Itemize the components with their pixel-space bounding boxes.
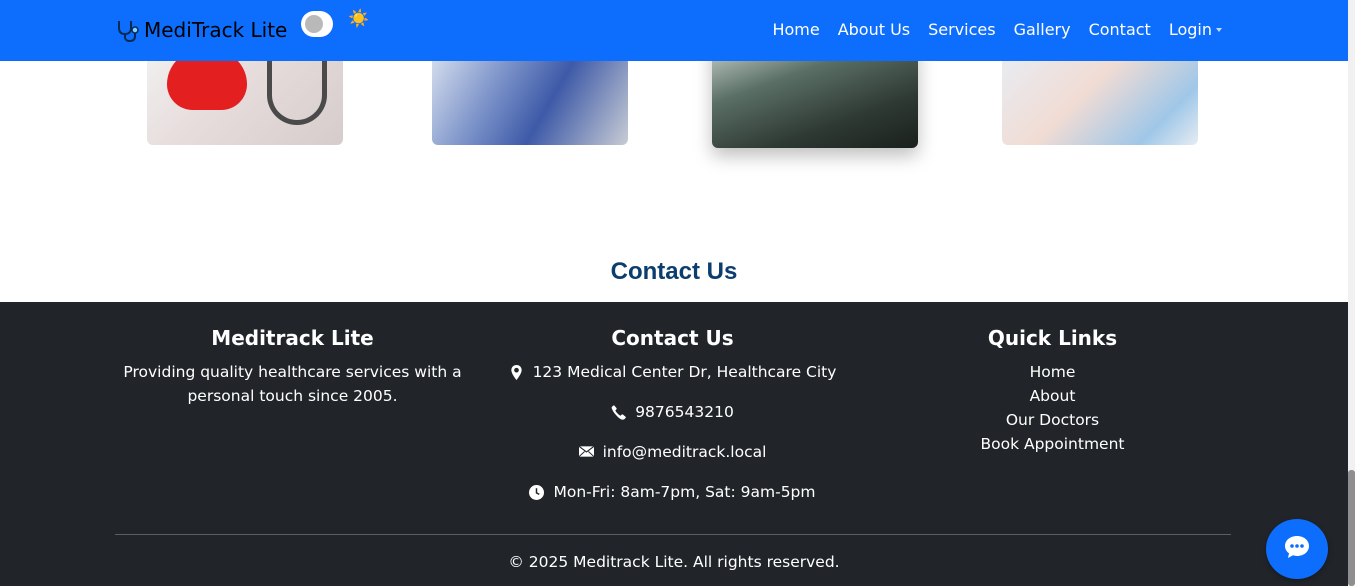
nav-home[interactable]: Home (772, 20, 819, 39)
nav-gallery[interactable]: Gallery (1014, 20, 1071, 39)
brand-link[interactable]: MediTrack Lite (115, 17, 287, 43)
contact-section-title: Contact Us (610, 258, 738, 285)
footer-about: Meditrack Lite Providing quality healthc… (115, 326, 470, 408)
footer-divider (115, 534, 1231, 535)
footer-about-text: Providing quality healthcare services wi… (123, 363, 462, 405)
nav-login-label: Login (1168, 20, 1212, 39)
caret-down-icon (1216, 27, 1222, 32)
brand-name: MediTrack Lite (144, 18, 288, 42)
sun-icon: ☀️ (348, 9, 370, 28)
footer-contact-title: Contact Us (611, 326, 734, 350)
footer: Meditrack Lite Providing quality healthc… (0, 302, 1348, 586)
toggle-knob (305, 15, 323, 33)
contact-hours-text: Mon-Fri: 8am-7pm, Sat: 9am-5pm (553, 483, 816, 501)
quick-links-list: Home About Our Doctors Book Appointment (875, 360, 1230, 456)
map-pin-icon (509, 364, 524, 380)
chat-button[interactable] (1266, 519, 1328, 579)
navbar: MediTrack Lite ☀️ Home About Us Services… (0, 0, 1348, 61)
contact-address: 123 Medical Center Dr, Healthcare City (495, 360, 850, 384)
quick-link-book-appointment[interactable]: Book Appointment (875, 432, 1230, 456)
scrollbar-thumb[interactable] (1348, 470, 1355, 586)
nav-login-dropdown[interactable]: Login (1169, 20, 1222, 39)
envelope-icon (578, 445, 594, 460)
footer-contact: Contact Us 123 Medical Center Dr, Health… (495, 326, 850, 520)
contact-address-text: 123 Medical Center Dr, Healthcare City (532, 363, 837, 381)
clock-icon (529, 484, 545, 500)
stethoscope-icon (115, 17, 141, 43)
footer-about-title: Meditrack Lite (211, 326, 374, 350)
contact-email: info@meditrack.local (495, 440, 850, 464)
nav-contact[interactable]: Contact (1089, 20, 1151, 39)
chat-bubble-icon (1283, 534, 1311, 565)
contact-phone: 9876543210 (495, 400, 850, 424)
footer-copyright: © 2025 Meditrack Lite. All rights reserv… (508, 553, 840, 571)
theme-toggle[interactable] (301, 11, 333, 37)
contact-phone-text[interactable]: 9876543210 (635, 403, 734, 421)
nav-about-us[interactable]: About Us (838, 20, 910, 39)
quick-link-about[interactable]: About (875, 384, 1230, 408)
footer-quick-links-title: Quick Links (987, 326, 1118, 350)
nav-menu: Home About Us Services Gallery Contact L… (754, 20, 1222, 39)
contact-hours: Mon-Fri: 8am-7pm, Sat: 9am-5pm (495, 480, 850, 504)
quick-link-our-doctors[interactable]: Our Doctors (875, 408, 1230, 432)
page-scrollbar[interactable] (1348, 0, 1355, 586)
nav-services[interactable]: Services (928, 20, 995, 39)
phone-icon (611, 404, 626, 420)
contact-email-text[interactable]: info@meditrack.local (603, 443, 767, 461)
quick-link-home[interactable]: Home (875, 360, 1230, 384)
footer-quick-links: Quick Links Home About Our Doctors Book … (875, 326, 1230, 456)
